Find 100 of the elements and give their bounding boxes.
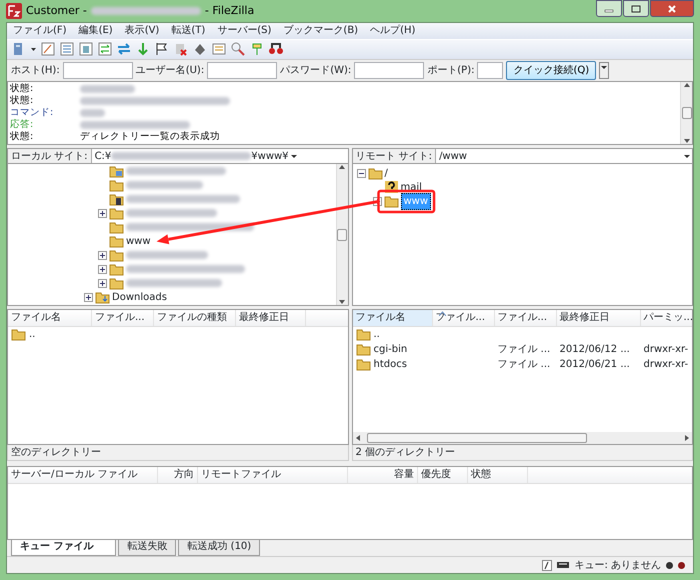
- folder-icon: [109, 178, 124, 192]
- pencil-icon[interactable]: [40, 41, 56, 58]
- transfer-icon[interactable]: [97, 41, 113, 58]
- scroll-right-icon[interactable]: [684, 434, 690, 442]
- file-cell: drwxr-xr-: [644, 344, 688, 356]
- quickconnect-button[interactable]: クイック接続(Q): [506, 61, 596, 80]
- file-cell: ファイル ...: [498, 344, 550, 356]
- dropdown-icon[interactable]: [682, 152, 692, 160]
- menu-item[interactable]: サーバー(S): [211, 23, 278, 39]
- list-icon[interactable]: [59, 41, 75, 58]
- refresh-icon[interactable]: [116, 41, 132, 58]
- column-header[interactable]: ファイル名: [8, 310, 92, 326]
- video-folder-icon: [109, 192, 124, 206]
- maximize-button[interactable]: [623, 0, 649, 17]
- menu-item[interactable]: ヘルプ(H): [364, 23, 422, 39]
- column-header[interactable]: ファイル...: [494, 310, 556, 326]
- file-cell-text: htdocs: [374, 358, 407, 372]
- menu-item[interactable]: 表示(V): [118, 23, 166, 39]
- log-label: コマンド:: [10, 106, 54, 119]
- column-header[interactable]: 最終修正日: [556, 310, 640, 326]
- close-icon: [667, 4, 677, 12]
- file-cell: 2012/06/21 ...: [560, 359, 630, 370]
- scroll-left-icon[interactable]: [354, 434, 360, 442]
- dropdown-icon[interactable]: [288, 152, 299, 160]
- queue-tab[interactable]: キュー ファイル: [11, 540, 116, 556]
- expand-icon[interactable]: [84, 292, 93, 302]
- file-cell: drwxr-xr-: [644, 359, 688, 370]
- column-header[interactable]: ファイル...: [92, 310, 154, 326]
- queue-tab[interactable]: 転送成功 (10): [178, 540, 260, 556]
- scroll-down-icon[interactable]: [682, 138, 690, 144]
- folder-icon: [384, 194, 398, 208]
- search-icon[interactable]: [230, 41, 246, 58]
- host-field[interactable]: [62, 62, 133, 80]
- tree-item[interactable]: /: [384, 166, 388, 181]
- document-icon[interactable]: [211, 41, 227, 58]
- picture-folder-icon: [109, 164, 124, 178]
- scrollbar[interactable]: [680, 82, 692, 144]
- scroll-down-icon[interactable]: [338, 299, 346, 306]
- column-header[interactable]: リモートファイル: [198, 467, 348, 484]
- speed-icon[interactable]: [557, 562, 570, 568]
- panel-icon[interactable]: [78, 41, 94, 58]
- folder-icon: [109, 262, 124, 276]
- scrollbar-thumb[interactable]: [337, 228, 347, 241]
- scrollbar[interactable]: [336, 164, 348, 306]
- caret-icon: [600, 63, 608, 72]
- log-label: 状態:: [10, 94, 34, 108]
- scrollbar-thumb[interactable]: [682, 107, 692, 120]
- port-field[interactable]: [477, 62, 504, 80]
- menu-item[interactable]: ブックマーク(B): [277, 23, 364, 39]
- column-header[interactable]: サーバー/ローカル ファイル: [8, 467, 158, 484]
- tree-item[interactable]: www: [126, 234, 151, 249]
- minimize-button[interactable]: [596, 0, 622, 17]
- expand-icon[interactable]: [98, 264, 107, 274]
- menu-item[interactable]: ファイル(F): [7, 23, 73, 39]
- filter-icon[interactable]: [542, 560, 552, 571]
- expand-icon[interactable]: [98, 250, 107, 260]
- local-path: C:¥: [94, 150, 112, 164]
- cancel-icon[interactable]: [173, 41, 189, 58]
- scrollbar-thumb[interactable]: [366, 433, 586, 444]
- download-folder-icon: [95, 290, 110, 304]
- file-cell: ファイル ...: [498, 359, 550, 370]
- log-label: 応答:: [10, 118, 34, 131]
- menu-item[interactable]: 転送(T): [165, 23, 212, 39]
- password-field[interactable]: [354, 62, 424, 80]
- folder-icon: [356, 342, 370, 356]
- log-label: 状態:: [10, 82, 34, 95]
- menu-item[interactable]: 編集(E): [72, 23, 119, 39]
- username-label: ユーザー名(U):: [136, 64, 204, 78]
- column-header[interactable]: ファイルの種類: [154, 310, 236, 326]
- folder-icon: [109, 220, 124, 234]
- username-field[interactable]: [207, 62, 278, 80]
- local-path: ¥www¥: [251, 150, 289, 164]
- log-message: ディレクトリー一覧の表示成功: [80, 130, 220, 144]
- file-cell-text: ..: [29, 328, 36, 342]
- column-header[interactable]: ファイル名: [352, 310, 432, 326]
- queue-tab[interactable]: 転送失敗: [118, 540, 176, 556]
- expand-icon[interactable]: [98, 278, 107, 288]
- column-header[interactable]: 最終修正日: [236, 310, 306, 326]
- column-header[interactable]: 容量: [348, 467, 418, 484]
- directory-status: 空のディレクトリー: [7, 445, 348, 462]
- indicator-light: [678, 562, 685, 569]
- column-header[interactable]: パーミッ...: [640, 310, 700, 326]
- column-header[interactable]: 優先度: [418, 467, 468, 484]
- close-button[interactable]: [650, 0, 694, 17]
- expand-icon[interactable]: [98, 208, 107, 218]
- collapse-icon[interactable]: [356, 168, 366, 178]
- horizontal-scrollbar[interactable]: [352, 432, 692, 444]
- local-site-label: ローカル サイト:: [8, 149, 92, 164]
- maximize-icon: [631, 4, 641, 12]
- tree-item[interactable]: mail: [400, 180, 422, 195]
- folder-icon: [109, 234, 124, 248]
- column-header[interactable]: 状態: [468, 467, 528, 484]
- file-cell: 2012/06/12 ...: [560, 344, 630, 356]
- flag-icon[interactable]: [154, 41, 170, 58]
- tree-item[interactable]: Downloads: [112, 290, 167, 305]
- column-header[interactable]: 方向: [158, 467, 198, 484]
- dropdown-button[interactable]: [599, 62, 610, 80]
- remote-path: /www: [439, 150, 468, 164]
- scroll-up-icon[interactable]: [682, 82, 690, 88]
- remote-site-label: リモート サイト:: [352, 149, 436, 164]
